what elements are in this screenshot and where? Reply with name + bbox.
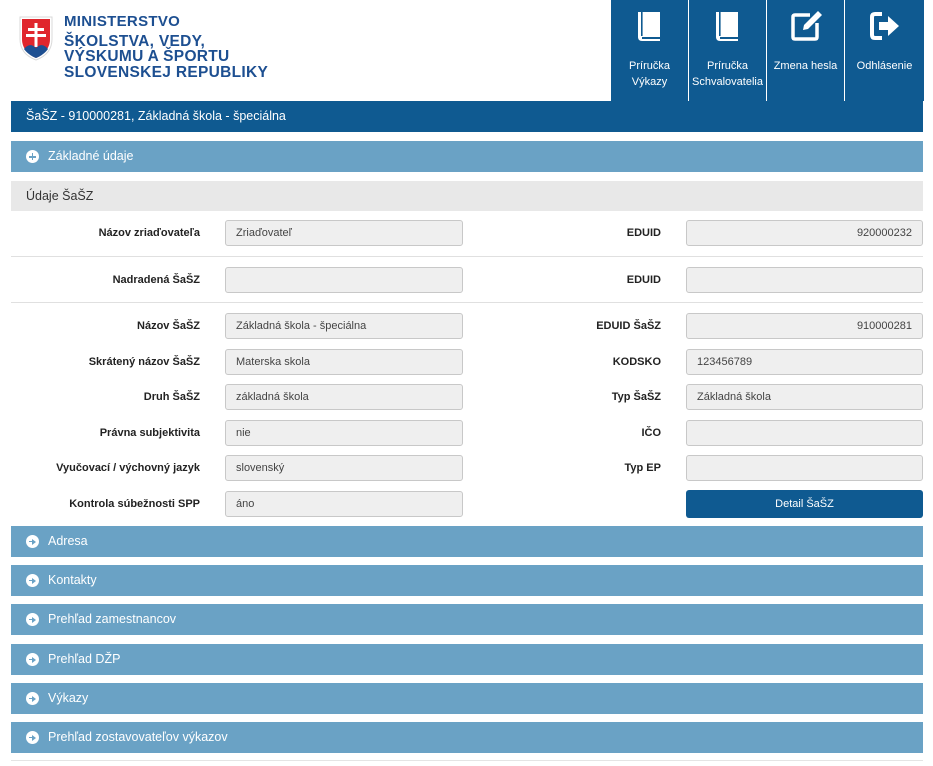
label-nazov-zriadovatela: Názov zriaďovateľa [98, 227, 200, 239]
nav-label: Príručka Schvalovatelia [689, 58, 766, 90]
logout-icon [869, 12, 899, 40]
field-kontrola-spp[interactable]: áno [225, 491, 463, 517]
label-kodsko: KODSKO [612, 356, 661, 368]
accordion-label: Prehľad DŽP [48, 652, 121, 666]
nav-prirucka-vykazy[interactable]: Príručka Výkazy [611, 0, 689, 101]
label-eduid-zriadovatela: EDUID [626, 227, 661, 239]
logo-line-4: SLOVENSKEJ REPUBLIKY [64, 63, 269, 81]
label-eduid-sasz: EDUID ŠaŠZ [596, 320, 661, 332]
ministry-name: MINISTERSTVO ŠKOLSTVA, VEDY, VÝSKUMU A Š… [64, 14, 268, 80]
accordion-prehlad-zamestnancov[interactable]: Prehľad zamestnancov [11, 604, 923, 635]
arrow-right-circle-icon [26, 535, 39, 548]
coat-of-arms-icon [19, 16, 53, 61]
field-eduid-nadradenej[interactable] [686, 267, 923, 293]
book-icon [715, 12, 738, 41]
accordion-label: Výkazy [48, 691, 89, 705]
field-pravna-subjektivita[interactable]: nie [225, 420, 463, 446]
label-nazov-sasz: Názov ŠaŠZ [137, 320, 200, 332]
accordion-vykazy[interactable]: Výkazy [11, 683, 923, 714]
plus-circle-icon [26, 150, 39, 163]
divider [11, 256, 923, 257]
logo-line-1: MINISTERSTVO [64, 13, 181, 30]
logo-line-2: ŠKOLSTVA, VEDY, [64, 32, 206, 50]
arrow-right-circle-icon [26, 574, 39, 587]
nav-label-line1: Príručka [629, 60, 670, 72]
label-typ-sasz: Typ ŠaŠZ [611, 391, 661, 403]
accordion-label: Adresa [48, 534, 88, 548]
accordion-label: Kontakty [48, 573, 97, 587]
nav-label: Zmena hesla [767, 58, 844, 74]
field-typ-sasz[interactable]: Základná škola [686, 384, 923, 410]
nav-label-line1: Príručka [707, 60, 748, 72]
field-skrateny-nazov[interactable]: Materska skola [225, 349, 463, 375]
nav-zmena-hesla[interactable]: Zmena hesla [767, 0, 845, 101]
label-pravna-subjektivita: Právna subjektivita [99, 427, 200, 439]
accordion-prehlad-zostavovatelov[interactable]: Prehľad zostavovateľov výkazov [11, 722, 923, 753]
arrow-right-circle-icon [26, 613, 39, 626]
label-ico: IČO [641, 427, 661, 439]
top-navigation: Príručka Výkazy Príručka Schvalovatelia … [611, 0, 924, 101]
nav-label: Odhlásenie [845, 58, 924, 74]
arrow-right-circle-icon [26, 731, 39, 744]
label-vyucovaci-jazyk: Vyučovací / výchovný jazyk [56, 462, 200, 474]
label-eduid-nadradenej: EDUID [626, 274, 661, 286]
field-ico[interactable] [686, 420, 923, 446]
field-typ-ep[interactable] [686, 455, 923, 481]
edit-icon [790, 11, 822, 41]
label-kontrola-spp: Kontrola súbežnosti SPP [69, 498, 200, 510]
book-icon [637, 12, 660, 41]
label-druh-sasz: Druh ŠaŠZ [143, 391, 200, 403]
field-kodsko[interactable]: 123456789 [686, 349, 923, 375]
logo-line-3: VÝSKUMU A ŠPORTU [64, 48, 230, 65]
nav-odhlasenie[interactable]: Odhlásenie [845, 0, 924, 101]
accordion-kontakty[interactable]: Kontakty [11, 565, 923, 596]
nav-label-line2: Výkazy [631, 76, 668, 88]
nav-prirucka-schvalovatelia[interactable]: Príručka Schvalovatelia [689, 0, 767, 101]
nav-label-line2: Schvalovatelia [692, 76, 763, 88]
divider [11, 302, 923, 303]
accordion-zakladne-udaje[interactable]: Základné údaje [11, 141, 923, 172]
field-nazov-zriadovatela[interactable]: Zriaďovateľ [225, 220, 463, 246]
field-nadradena-sasz[interactable] [225, 267, 463, 293]
field-eduid-sasz[interactable]: 910000281 [686, 313, 923, 339]
detail-sasz-button[interactable]: Detail ŠaŠZ [686, 490, 923, 518]
header: MINISTERSTVO ŠKOLSTVA, VEDY, VÝSKUMU A Š… [0, 0, 933, 101]
field-nazov-sasz[interactable]: Základná škola - špeciálna [225, 313, 463, 339]
accordion-label: Prehľad zamestnancov [48, 612, 177, 626]
nav-label: Príručka Výkazy [611, 58, 688, 90]
label-skrateny-nazov: Skrátený názov ŠaŠZ [88, 356, 200, 368]
page-title: ŠaŠZ - 910000281, Základná škola - špeci… [11, 101, 923, 132]
label-nadradena-sasz: Nadradená ŠaŠZ [112, 274, 200, 286]
arrow-right-circle-icon [26, 653, 39, 666]
field-vyucovaci-jazyk[interactable]: slovenský [225, 455, 463, 481]
label-typ-ep: Typ EP [624, 462, 661, 474]
accordion-label: Prehľad zostavovateľov výkazov [48, 730, 228, 744]
field-druh-sasz[interactable]: základná škola [225, 384, 463, 410]
accordion-label: Základné údaje [48, 149, 134, 163]
section-udaje-sasz: Údaje ŠaŠZ [11, 181, 923, 211]
accordion-adresa[interactable]: Adresa [11, 526, 923, 557]
field-eduid-zriadovatela[interactable]: 920000232 [686, 220, 923, 246]
divider [11, 760, 923, 761]
arrow-right-circle-icon [26, 692, 39, 705]
accordion-prehlad-dzp[interactable]: Prehľad DŽP [11, 644, 923, 675]
nav-label-line1: Odhlásenie [856, 60, 913, 72]
nav-label-line1: Zmena hesla [773, 60, 838, 72]
ministry-logo[interactable]: MINISTERSTVO ŠKOLSTVA, VEDY, VÝSKUMU A Š… [18, 14, 268, 90]
